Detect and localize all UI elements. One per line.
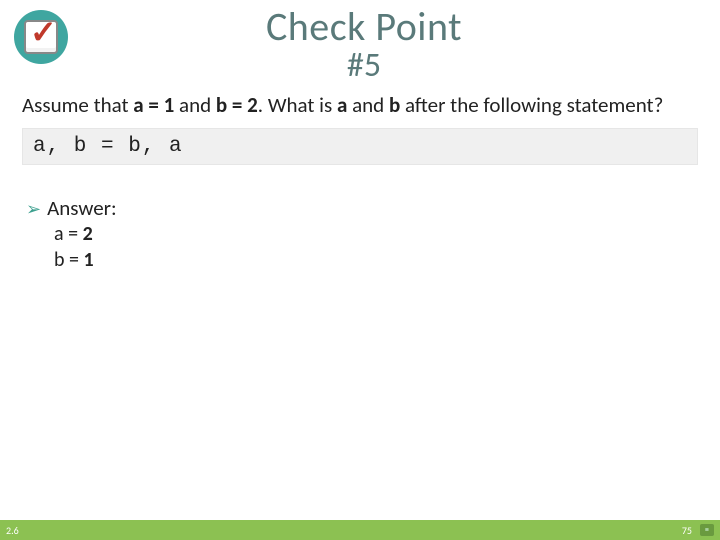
answer-line-2: b = 1 xyxy=(54,247,698,273)
ans1-pre: a = xyxy=(54,222,83,246)
chevron-right-icon: ➢ xyxy=(26,198,41,220)
checkpoint-badge xyxy=(14,10,68,64)
ans2-val: 1 xyxy=(84,248,94,272)
title-line-1: Check Point xyxy=(76,6,652,48)
header: Check Point #5 xyxy=(0,0,720,84)
slide: Check Point #5 Assume that a = 1 and b =… xyxy=(0,0,720,540)
notes-icon: ≡ xyxy=(700,524,714,536)
q-mid-3: and xyxy=(347,92,389,118)
answer-label: Answer: xyxy=(47,195,117,221)
q-var-1: a xyxy=(337,92,347,118)
footer-section: 2.6 xyxy=(6,524,19,537)
q-var-2: b xyxy=(389,92,400,118)
answer-lines: a = 2 b = 1 xyxy=(26,221,698,273)
q-mid-1: and xyxy=(174,92,216,118)
footer-page-number: 75 xyxy=(682,524,692,537)
answer-heading: ➢ Answer: xyxy=(26,195,698,221)
q-assume-1: a = 1 xyxy=(133,92,174,118)
q-mid-2: . What is xyxy=(258,92,337,118)
q-suffix: after the following statement? xyxy=(400,92,663,118)
question-text: Assume that a = 1 and b = 2. What is a a… xyxy=(22,92,698,118)
footer-bar: 2.6 75 ≡ xyxy=(0,520,720,540)
body: Assume that a = 1 and b = 2. What is a a… xyxy=(0,84,720,273)
ans2-pre: b = xyxy=(54,248,84,272)
badge-circle xyxy=(14,10,68,64)
code-block: a, b = b, a xyxy=(22,128,698,165)
q-prefix: Assume that xyxy=(22,92,133,118)
answer-block: ➢ Answer: a = 2 b = 1 xyxy=(22,195,698,273)
footer-right: 75 ≡ xyxy=(682,524,714,537)
title-line-2: #5 xyxy=(76,48,652,84)
answer-line-1: a = 2 xyxy=(54,221,698,247)
title-block: Check Point #5 xyxy=(76,6,652,84)
check-icon xyxy=(24,20,58,54)
q-assume-2: b = 2 xyxy=(216,92,258,118)
ans1-val: 2 xyxy=(83,222,93,246)
